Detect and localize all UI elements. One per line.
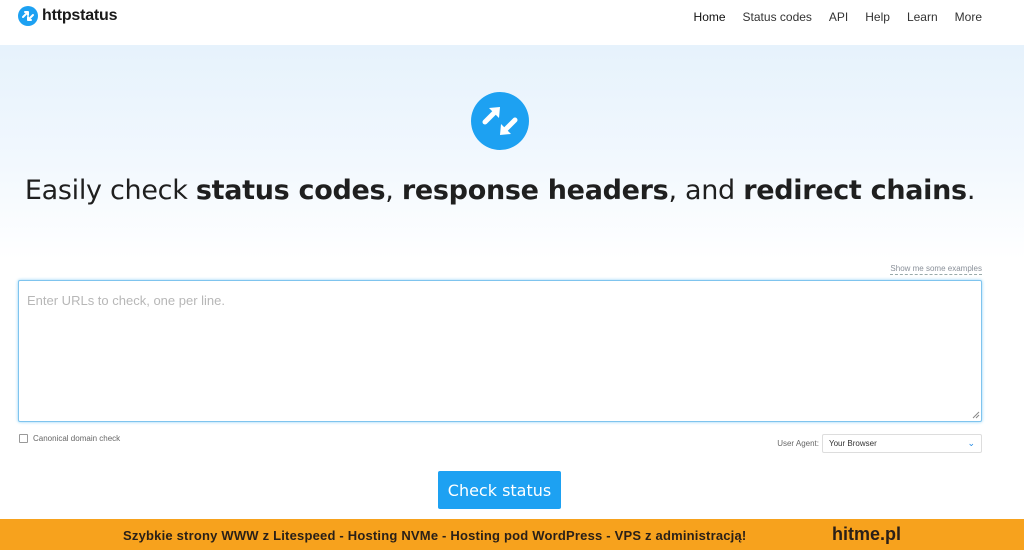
canonical-label: Canonical domain check: [33, 434, 121, 443]
check-status-button[interactable]: Check status: [438, 471, 561, 509]
url-input[interactable]: [18, 280, 982, 422]
nav-status-codes[interactable]: Status codes: [743, 10, 812, 24]
canonical-domain-check[interactable]: Canonical domain check: [19, 434, 120, 443]
ad-banner[interactable]: Szybkie strony WWW z Litespeed - Hosting…: [0, 519, 1024, 550]
user-agent-label: User Agent:: [777, 439, 819, 448]
brand-name: httpstatus: [42, 7, 118, 24]
user-agent-value: Your Browser: [829, 439, 877, 448]
ad-brand[interactable]: hitme.pl: [832, 524, 901, 545]
show-examples-link[interactable]: Show me some examples: [890, 264, 982, 275]
nav-home[interactable]: Home: [694, 10, 726, 24]
redirect-arrows-icon: [471, 92, 529, 150]
nav-learn[interactable]: Learn: [907, 10, 938, 24]
resize-grip-icon[interactable]: [972, 411, 980, 419]
brand[interactable]: httpstatus: [18, 6, 118, 26]
hero-headline: Easily check status codes, response head…: [24, 175, 976, 206]
top-navigation-bar: httpstatus Home Status codes API Help Le…: [0, 0, 1024, 45]
nav-help[interactable]: Help: [865, 10, 890, 24]
ad-text[interactable]: Szybkie strony WWW z Litespeed - Hosting…: [123, 528, 746, 543]
httpstatus-logo-icon: [18, 6, 38, 26]
user-agent-control: User Agent: Your Browser ⌄: [777, 434, 982, 453]
main-nav: Home Status codes API Help Learn More: [694, 10, 982, 24]
canonical-checkbox[interactable]: [19, 434, 28, 443]
hero-section: Easily check status codes, response head…: [0, 45, 1024, 260]
nav-more[interactable]: More: [955, 10, 982, 24]
user-agent-select[interactable]: Your Browser ⌄: [822, 434, 982, 453]
nav-api[interactable]: API: [829, 10, 848, 24]
chevron-down-icon: ⌄: [967, 438, 975, 448]
